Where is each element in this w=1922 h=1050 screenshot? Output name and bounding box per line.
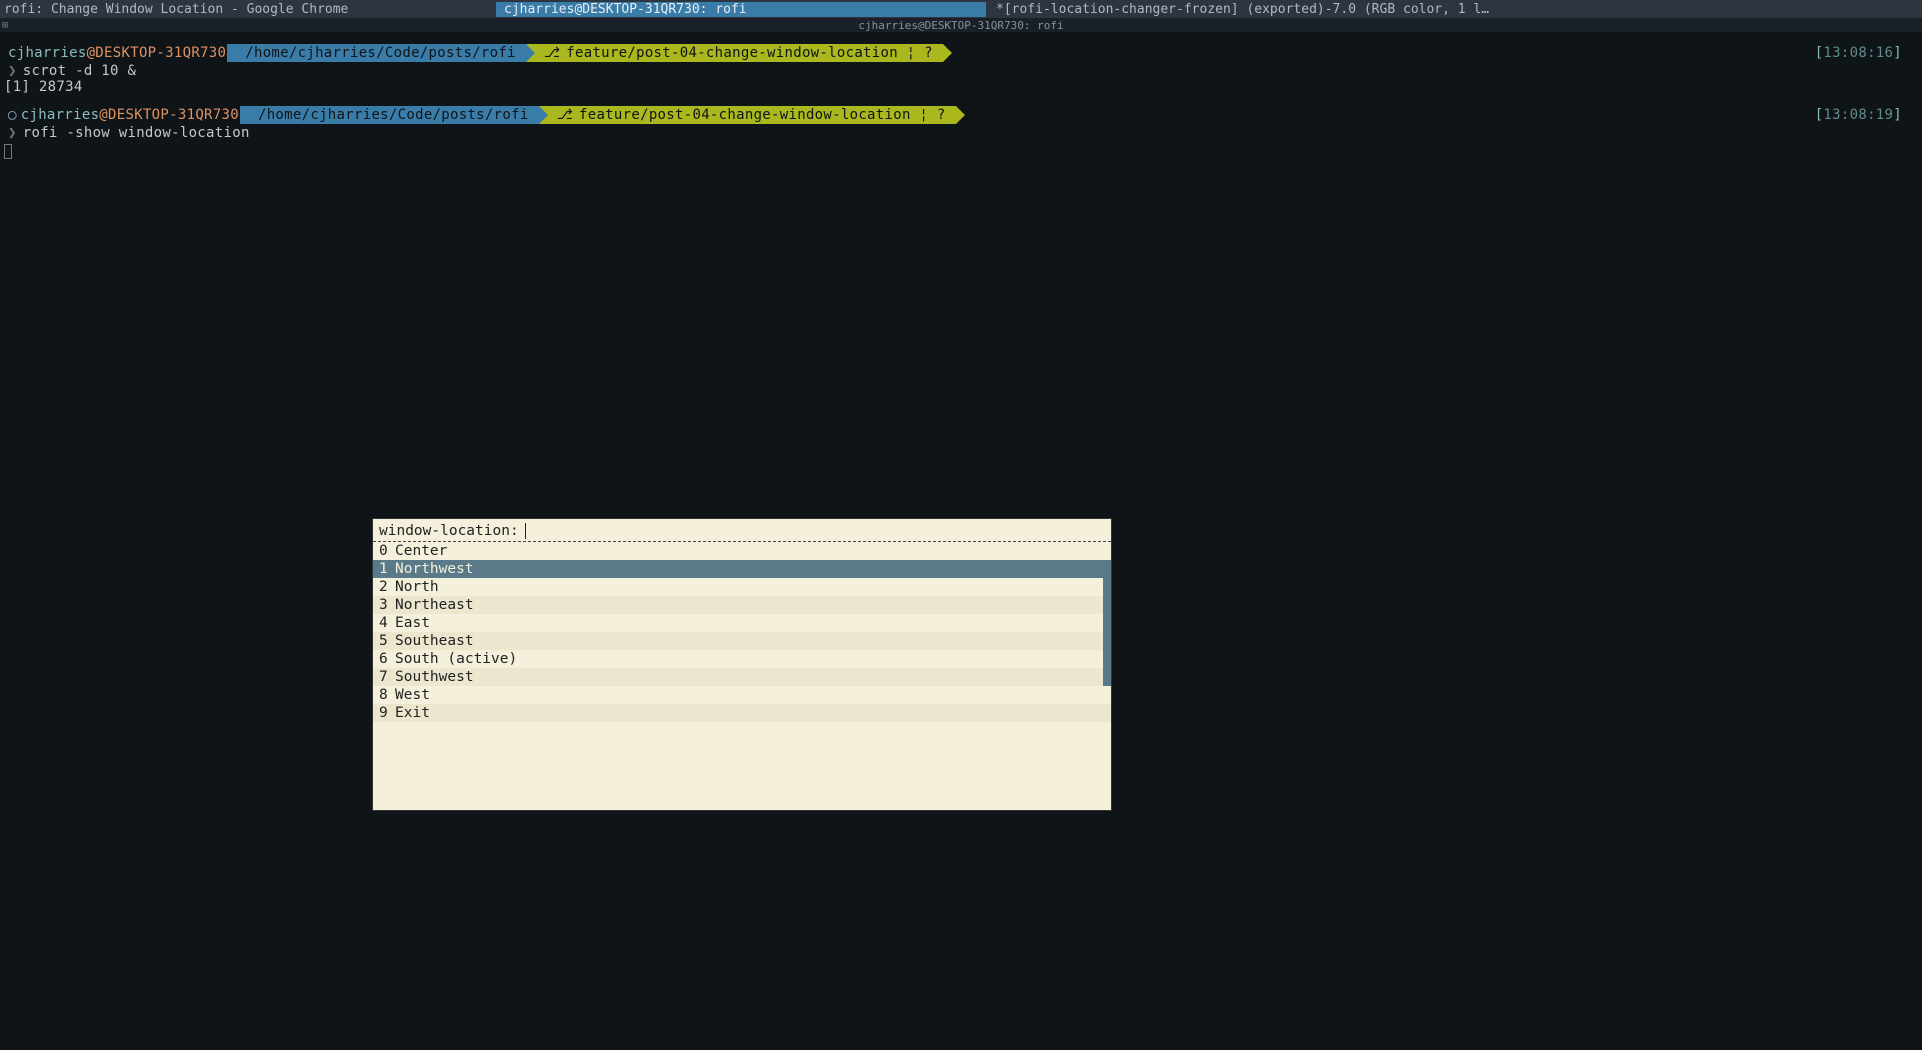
- prompt-user-host: cjharries@DESKTOP-31QR730: [4, 44, 236, 62]
- pane-indicator-icon: ⊞: [2, 20, 14, 30]
- rofi-item-northwest[interactable]: 1Northwest: [373, 560, 1111, 578]
- prompt-timestamp: [13:08:16]: [1815, 46, 1902, 61]
- prompt-path: /home/cjharries/Code/posts/rofi: [240, 106, 539, 124]
- prompt-block: ◯ cjharries@DESKTOP-31QR730 /home/cjharr…: [4, 106, 1918, 163]
- rofi-list: 0Center 1Northwest 2North 3Northeast 4Ea…: [373, 542, 1111, 722]
- rofi-empty-area: [373, 722, 1111, 810]
- rofi-item-west[interactable]: 8West: [373, 686, 1111, 704]
- prompt-user: cjharries: [8, 46, 87, 61]
- rofi-prompt-label: window-location:: [379, 523, 519, 539]
- prompt-at: @: [87, 46, 96, 61]
- prompt-line: ◯ cjharries@DESKTOP-31QR730 /home/cjharr…: [4, 106, 1918, 124]
- rofi-menu: window-location: 0Center 1Northwest 2Nor…: [372, 518, 1112, 811]
- prompt-block: cjharries@DESKTOP-31QR730 /home/cjharrie…: [4, 44, 1918, 98]
- prompt-chevron-icon: ❯: [8, 126, 17, 141]
- command-output: [1] 28734: [4, 80, 1918, 98]
- rofi-item-northeast[interactable]: 3Northeast: [373, 596, 1111, 614]
- command-line: ❯ rofi -show window-location: [4, 124, 1918, 142]
- rofi-item-southwest[interactable]: 7Southwest: [373, 668, 1111, 686]
- rofi-item-center[interactable]: 0Center: [373, 542, 1111, 560]
- rofi-input-row[interactable]: window-location:: [373, 519, 1111, 542]
- terminal-pane[interactable]: cjharries@DESKTOP-31QR730 /home/cjharrie…: [0, 32, 1922, 175]
- tab-label[interactable]: cjharries@DESKTOP-31QR730: rofi: [858, 19, 1063, 32]
- terminal-cursor: [4, 142, 1918, 163]
- rofi-scrollbar[interactable]: [1103, 560, 1111, 686]
- rofi-item-southeast[interactable]: 5Southeast: [373, 632, 1111, 650]
- rofi-item-east[interactable]: 4East: [373, 614, 1111, 632]
- command-line: ❯ scrot -d 10 &: [4, 62, 1918, 80]
- prompt-host: DESKTOP-31QR730: [108, 108, 239, 123]
- rofi-item-exit[interactable]: 9Exit: [373, 704, 1111, 722]
- prompt-path: /home/cjharries/Code/posts/rofi: [227, 44, 526, 62]
- rofi-item-north[interactable]: 2North: [373, 578, 1111, 596]
- prompt-host: DESKTOP-31QR730: [95, 46, 226, 61]
- tab-bar: cjharries@DESKTOP-31QR730: rofi: [0, 18, 1922, 32]
- prompt-chevron-icon: ❯: [8, 64, 17, 79]
- titlebar-active-window[interactable]: cjharries@DESKTOP-31QR730: rofi: [496, 2, 986, 17]
- window-titlebar: rofi: Change Window Location - Google Ch…: [0, 0, 1922, 18]
- prompt-git-branch: ⎇feature/post-04-change-window-location …: [539, 106, 956, 124]
- titlebar-right-window[interactable]: *[rofi-location-changer-frozen] (exporte…: [986, 2, 1922, 17]
- git-branch-icon: ⎇: [557, 108, 573, 123]
- prompt-git-branch: ⎇feature/post-04-change-window-location …: [526, 44, 943, 62]
- command-text: rofi -show window-location: [23, 126, 250, 141]
- prompt-at: @: [99, 108, 108, 123]
- prompt-user: cjharries: [21, 108, 100, 123]
- titlebar-left-window[interactable]: rofi: Change Window Location - Google Ch…: [0, 2, 496, 17]
- prompt-timestamp: [13:08:19]: [1815, 108, 1902, 123]
- prompt-user-host: cjharries@DESKTOP-31QR730: [21, 106, 249, 124]
- prompt-line: cjharries@DESKTOP-31QR730 /home/cjharrie…: [4, 44, 1918, 62]
- rofi-item-south[interactable]: 6South (active): [373, 650, 1111, 668]
- rofi-text-cursor: [525, 523, 526, 539]
- status-circle-icon: ◯: [4, 108, 17, 123]
- git-branch-icon: ⎇: [544, 46, 560, 61]
- command-text: scrot -d 10 &: [23, 64, 136, 79]
